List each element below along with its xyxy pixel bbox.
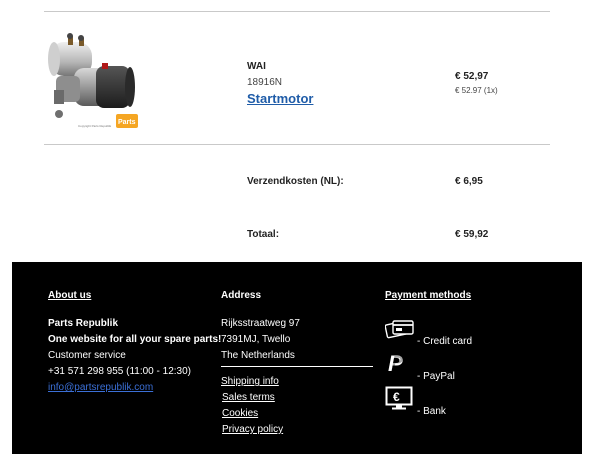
svg-text:€: €	[393, 390, 400, 404]
shipping-info-link[interactable]: Shipping info	[221, 376, 279, 387]
paypal-icon: P P	[388, 351, 403, 376]
payment-heading: Payment methods	[385, 290, 472, 301]
about-heading[interactable]: About us	[48, 290, 91, 301]
cookies-link[interactable]: Cookies	[222, 408, 258, 419]
svg-text:P: P	[392, 354, 403, 371]
email-link[interactable]: info@partsrepublik.com	[48, 382, 153, 393]
phone-number: +31 571 298 955 (11:00 - 12:30)	[48, 366, 191, 377]
starter-motor-image: Copyright Parts Republik Parts	[48, 33, 138, 128]
bank-label: - Bank	[417, 406, 446, 417]
product-sku: 18916N	[247, 77, 283, 88]
customer-service: Customer service	[48, 350, 126, 361]
credit-card-label: - Credit card	[417, 336, 473, 347]
address-city: 7391MJ, Twello	[221, 334, 291, 345]
product-name-link[interactable]: Startmotor	[247, 91, 313, 106]
sales-terms-link[interactable]: Sales terms	[222, 392, 275, 403]
address-country: The Netherlands	[221, 350, 295, 361]
paypal-label: - PayPal	[417, 371, 455, 382]
product-price-detail: € 52.97 (1x)	[455, 86, 498, 95]
address-street: Rijksstraatweg 97	[221, 318, 300, 329]
total-label: Totaal:	[247, 229, 280, 240]
middle-divider	[44, 144, 550, 145]
company-tagline: One website for all your spare parts!	[48, 334, 222, 345]
image-caption: Copyright Parts Republik	[78, 124, 112, 128]
address-heading: Address	[221, 290, 262, 301]
credit-card-icon	[385, 320, 414, 339]
shipping-label: Verzendkosten (NL):	[247, 176, 344, 187]
address-divider	[221, 366, 373, 367]
product-price: € 52,97	[455, 71, 489, 82]
total-value: € 59,92	[455, 229, 489, 240]
product-image[interactable]: Copyright Parts Republik Parts	[44, 30, 140, 130]
bank-euro-icon: €	[385, 386, 413, 410]
top-divider	[44, 11, 550, 12]
privacy-policy-link[interactable]: Privacy policy	[222, 424, 283, 435]
company-name: Parts Republik	[48, 318, 119, 329]
shipping-value: € 6,95	[455, 176, 483, 187]
site-footer: About us Parts Republik One website for …	[12, 262, 582, 454]
parts-badge: Parts	[118, 119, 136, 126]
product-brand: WAI	[247, 61, 266, 72]
